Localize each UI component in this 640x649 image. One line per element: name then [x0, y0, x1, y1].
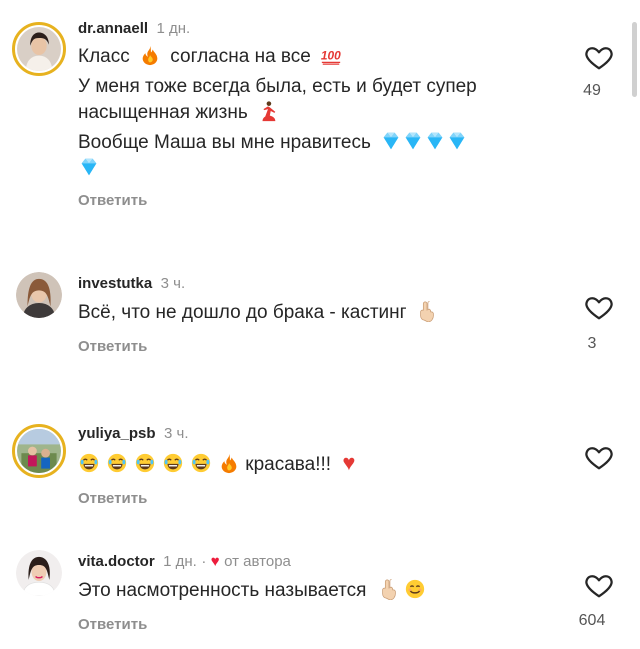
gem-emoji-icon	[424, 130, 446, 152]
timestamp: 1 дн.	[163, 553, 197, 570]
gem-emoji-icon	[446, 130, 468, 152]
comment-line: Вообще Маша вы мне нравитесь	[78, 132, 371, 153]
like-button[interactable]	[584, 292, 614, 322]
fire-emoji-icon	[139, 44, 161, 66]
red-heart-emoji-icon: ♥	[342, 450, 356, 475]
reply-button[interactable]: Ответить	[78, 616, 147, 633]
like-button[interactable]	[584, 570, 614, 600]
comment-header: yuliya_psb 3 ч.	[78, 425, 189, 443]
comment-text: Всё, что не дошло до брака - кастинг	[78, 300, 548, 326]
comment-line: Всё, что не дошло до брака - кастинг	[78, 302, 407, 323]
gem-emoji-icon	[380, 130, 402, 152]
username[interactable]: dr.annaell	[78, 20, 148, 37]
comment-text: красава!!! ♥	[78, 450, 548, 478]
comment-line: согласна на все	[170, 46, 311, 67]
heart-outline-icon	[584, 292, 614, 322]
avatar[interactable]	[16, 550, 62, 596]
avatar[interactable]	[16, 272, 62, 318]
separator-dot: ·	[201, 553, 207, 570]
like-button[interactable]	[584, 42, 614, 72]
comment-text: Это насмотренность называется	[78, 578, 548, 604]
reply-button[interactable]: Ответить	[78, 338, 147, 355]
avatar[interactable]	[12, 424, 66, 478]
dancer-emoji-icon	[257, 100, 279, 122]
comment-line: насыщенная жизнь	[78, 102, 248, 123]
timestamp: 1 дн.	[156, 20, 191, 37]
comment-line: Класс	[78, 46, 130, 67]
author-badge: от автора	[224, 553, 291, 570]
likes-count: 604	[578, 612, 606, 629]
hand-emoji-icon	[416, 300, 438, 322]
comment-line: Это насмотренность называется	[78, 580, 367, 601]
heart-outline-icon	[584, 442, 614, 472]
comment-header: dr.annaell 1 дн.	[78, 20, 190, 38]
laughing-emoji-icon	[78, 452, 100, 474]
comment-line: У меня тоже всегда была, есть и будет су…	[78, 76, 477, 97]
comment-line: красава!!!	[245, 454, 332, 475]
gem-emoji-icon	[402, 130, 424, 152]
hundred-points-emoji-icon	[320, 44, 342, 66]
laughing-emoji-icon	[106, 452, 128, 474]
username[interactable]: vita.doctor	[78, 553, 155, 570]
laughing-emoji-icon	[190, 452, 212, 474]
like-button[interactable]	[584, 442, 614, 472]
comment-header: investutka 3 ч.	[78, 275, 185, 293]
scrollbar[interactable]	[632, 22, 637, 97]
avatar[interactable]	[12, 22, 66, 76]
reply-button[interactable]: Ответить	[78, 490, 147, 507]
timestamp: 3 ч.	[160, 275, 186, 292]
likes-count: 49	[583, 82, 601, 99]
fire-emoji-icon	[218, 452, 240, 474]
timestamp: 3 ч.	[164, 425, 189, 442]
comment-header: vita.doctor 1 дн. · ♥ от автора	[78, 553, 291, 571]
laughing-emoji-icon	[162, 452, 184, 474]
hand-emoji-icon	[378, 578, 400, 600]
liked-by-author-heart-icon: ♥	[210, 553, 220, 570]
gem-emoji-icon	[78, 156, 100, 178]
smiling-emoji-icon	[404, 578, 426, 600]
username[interactable]: investutka	[78, 275, 152, 292]
heart-outline-icon	[584, 42, 614, 72]
heart-outline-icon	[584, 570, 614, 600]
reply-button[interactable]: Ответить	[78, 192, 147, 209]
laughing-emoji-icon	[134, 452, 156, 474]
username[interactable]: yuliya_psb	[78, 425, 156, 442]
likes-count: 3	[587, 335, 597, 352]
comment-text: Класс согласна на все У меня тоже всегда…	[78, 44, 548, 182]
